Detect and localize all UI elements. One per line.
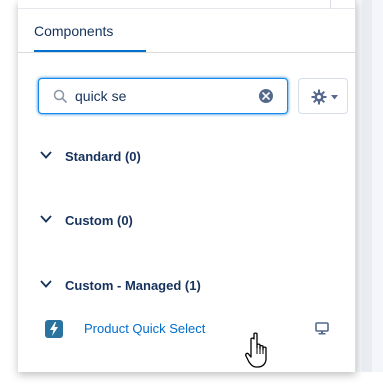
- component-item-label: Product Quick Select: [84, 321, 206, 336]
- components-panel: Components quick se Standard (0) Custom …: [18, 0, 356, 372]
- tab-components[interactable]: Components: [34, 21, 146, 52]
- chevron-down-icon: [40, 215, 52, 223]
- search-row: [38, 78, 348, 114]
- gear-icon: [311, 89, 327, 105]
- chevron-down-icon: [40, 151, 52, 159]
- search-icon: [53, 89, 67, 103]
- settings-menu-button[interactable]: [298, 78, 348, 114]
- panel-tabs: Components: [18, 9, 355, 53]
- chevron-down-icon: [40, 280, 52, 288]
- chevron-down-icon: [331, 95, 338, 100]
- section-label: Standard (0): [65, 149, 141, 164]
- section-label: Custom (0): [65, 213, 133, 228]
- clear-search-icon[interactable]: [259, 89, 273, 103]
- hand-cursor-icon: [245, 332, 267, 368]
- search-input[interactable]: [75, 85, 235, 107]
- panel-top-divider: [330, 0, 331, 9]
- component-item-product-quick-select[interactable]: Product Quick Select: [18, 312, 355, 346]
- lightning-icon: [45, 320, 63, 338]
- section-label: Custom - Managed (1): [65, 278, 201, 293]
- search-box[interactable]: [38, 78, 288, 114]
- page-background-strip: [356, 0, 383, 372]
- desktop-icon: [315, 322, 329, 335]
- scroll-track: [362, 0, 372, 372]
